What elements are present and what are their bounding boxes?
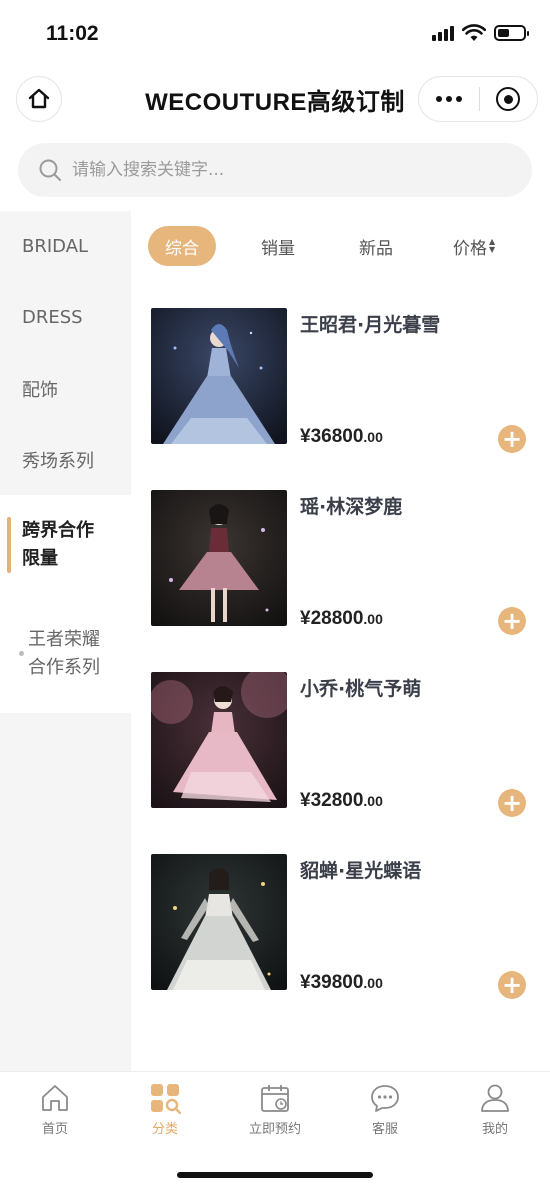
product-image[interactable] bbox=[151, 854, 287, 990]
category-icon bbox=[151, 1084, 181, 1114]
more-dot-icon bbox=[445, 96, 452, 102]
add-to-cart-button[interactable]: + bbox=[498, 971, 526, 999]
plus-icon: + bbox=[501, 425, 523, 453]
product-price: ¥36800.00 bbox=[300, 426, 383, 447]
add-to-cart-button[interactable]: + bbox=[498, 607, 526, 635]
home-indicator bbox=[177, 1172, 373, 1178]
calendar-icon bbox=[261, 1085, 289, 1112]
sidebar-item-label: DRESS bbox=[22, 307, 83, 328]
tab-label: 我的 bbox=[481, 1122, 508, 1137]
product-card[interactable]: 小乔·桃气予萌 ¥32800.00 + bbox=[131, 654, 550, 836]
more-button[interactable] bbox=[419, 77, 479, 121]
sidebar-item-crossover-limited[interactable]: 跨界合作 限量 bbox=[0, 495, 131, 595]
sort-arrows-icon: ▲ ▼ bbox=[489, 237, 496, 254]
sidebar-item-label: 王者荣耀 合作系列 bbox=[28, 629, 100, 678]
sub-item-dot bbox=[19, 651, 24, 656]
product-price: ¥28800.00 bbox=[300, 608, 383, 629]
product-card[interactable]: 貂蝉·星光蝶语 ¥39800.00 + bbox=[131, 836, 550, 1018]
sort-tab-label: 价格 bbox=[453, 238, 487, 259]
header: WECOUTURE高级订制 bbox=[0, 74, 550, 122]
tab-label: 立即预约 bbox=[248, 1122, 301, 1137]
sidebar-item-dress[interactable]: DRESS bbox=[0, 282, 131, 353]
status-bar: 11:02 bbox=[0, 0, 550, 70]
add-to-cart-button[interactable]: + bbox=[498, 789, 526, 817]
sort-tab-price[interactable]: 价格 ▲ ▼ bbox=[453, 226, 495, 266]
sort-tab-new[interactable]: 新品 bbox=[359, 226, 393, 266]
sidebar-item-label: 配饰 bbox=[22, 379, 58, 401]
more-dot-icon bbox=[435, 96, 442, 102]
signal-icon bbox=[432, 25, 454, 41]
product-image[interactable] bbox=[151, 672, 287, 808]
sort-tab-sales[interactable]: 销量 bbox=[261, 226, 295, 266]
search-icon bbox=[39, 159, 61, 181]
sort-tab-overall[interactable]: 综合 bbox=[148, 226, 216, 266]
sidebar-item-accessories[interactable]: 配饰 bbox=[0, 353, 131, 424]
sidebar-item-bridal[interactable]: BRIDAL bbox=[0, 211, 131, 282]
product-card[interactable]: 瑶·林深梦鹿 ¥28800.00 + bbox=[131, 472, 550, 654]
product-price: ¥39800.00 bbox=[300, 972, 383, 993]
add-to-cart-button[interactable]: + bbox=[498, 425, 526, 453]
product-image[interactable] bbox=[151, 308, 287, 444]
plus-icon: + bbox=[501, 607, 523, 635]
category-sidebar: BRIDAL DRESS 配饰 秀场系列 跨界合作 限量 王者荣耀 合作系列 bbox=[0, 211, 131, 1071]
more-dot-icon bbox=[455, 96, 462, 102]
sidebar-item-honor-of-kings[interactable]: 王者荣耀 合作系列 bbox=[0, 595, 131, 713]
search-bar[interactable] bbox=[18, 143, 532, 197]
tab-home[interactable]: 首页 bbox=[0, 1082, 110, 1137]
tab-label: 首页 bbox=[41, 1122, 68, 1137]
product-image[interactable] bbox=[151, 490, 287, 626]
tab-customer-service[interactable]: 客服 bbox=[330, 1082, 440, 1137]
user-icon bbox=[481, 1084, 509, 1112]
close-miniprogram-button[interactable] bbox=[479, 77, 537, 121]
battery-icon bbox=[494, 25, 529, 41]
wifi-icon bbox=[462, 24, 486, 41]
sidebar-item-label: 秀场系列 bbox=[22, 450, 94, 472]
target-icon bbox=[496, 87, 521, 111]
tab-mine[interactable]: 我的 bbox=[440, 1082, 550, 1137]
status-time: 11:02 bbox=[46, 22, 99, 45]
tab-label: 客服 bbox=[371, 1122, 398, 1137]
product-card[interactable]: 王昭君·月光暮雪 ¥36800.00 + bbox=[131, 290, 550, 472]
tab-book-now[interactable]: 立即预约 bbox=[220, 1082, 330, 1137]
sidebar-item-runway-series[interactable]: 秀场系列 bbox=[0, 424, 131, 495]
chat-icon bbox=[371, 1085, 399, 1112]
product-name: 貂蝉·星光蝶语 bbox=[300, 860, 422, 882]
plus-icon: + bbox=[501, 789, 523, 817]
product-name: 瑶·林深梦鹿 bbox=[300, 496, 403, 518]
plus-icon: + bbox=[501, 971, 523, 999]
status-icons bbox=[432, 24, 529, 42]
search-input[interactable] bbox=[72, 160, 472, 180]
product-name: 小乔·桃气予萌 bbox=[300, 678, 422, 700]
sort-bar: 综合 销量 新品 价格 ▲ ▼ bbox=[131, 226, 550, 266]
mini-program-capsule bbox=[418, 76, 538, 122]
product-price: ¥32800.00 bbox=[300, 790, 383, 811]
tab-category[interactable]: 分类 bbox=[110, 1082, 220, 1137]
tab-label: 分类 bbox=[151, 1122, 178, 1137]
home-icon bbox=[42, 1085, 68, 1111]
product-name: 王昭君·月光暮雪 bbox=[300, 314, 441, 336]
sidebar-item-label: BRIDAL bbox=[22, 236, 89, 257]
product-list: 王昭君·月光暮雪 ¥36800.00 + 瑶·林深梦鹿 ¥28800.00 + bbox=[131, 290, 550, 1018]
sidebar-item-label: 跨界合作 限量 bbox=[22, 520, 94, 569]
